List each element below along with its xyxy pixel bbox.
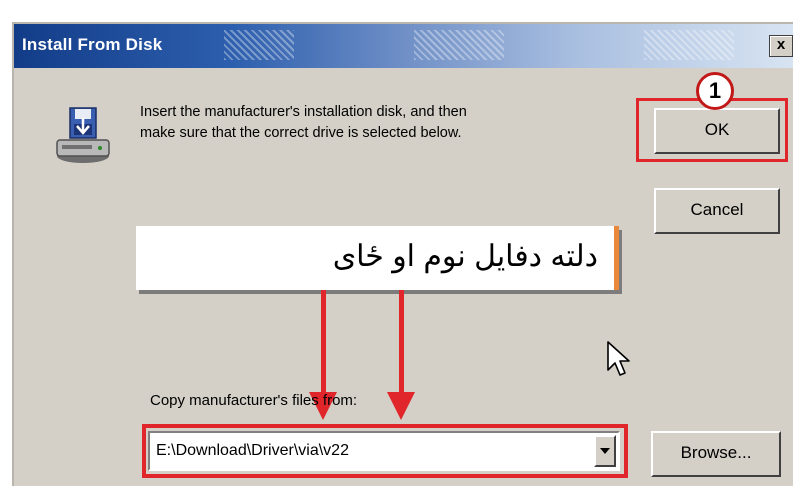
annotation-banner-text: دلته دفایل نوم او ځای: [332, 240, 598, 273]
close-button[interactable]: x: [769, 35, 793, 57]
title-bar-pattern: [224, 30, 294, 60]
browse-button[interactable]: Browse...: [651, 431, 781, 477]
instruction-line-2: make sure that the correct drive is sele…: [140, 125, 462, 141]
install-disk-icon: [56, 107, 110, 163]
annotation-banner: دلته دفایل نوم او ځای: [136, 226, 619, 290]
title-bar-pattern: [414, 30, 504, 60]
copy-from-label: Copy manufacturer's files from:: [150, 392, 358, 409]
install-from-disk-dialog: Install From Disk x Insert the manufactu…: [12, 22, 793, 486]
annotation-arrow-right-head: [387, 392, 415, 420]
mouse-pointer-icon: [607, 341, 630, 376]
cancel-button[interactable]: Cancel: [654, 188, 780, 234]
path-field-highlight: [142, 424, 628, 478]
close-icon: x: [776, 36, 786, 53]
instruction-text: Insert the manufacturer's installation d…: [140, 102, 620, 144]
step-number-badge: 1: [696, 72, 734, 110]
title-bar[interactable]: Install From Disk x: [14, 24, 793, 68]
instruction-line-1: Insert the manufacturer's installation d…: [140, 104, 467, 120]
annotation-arrow-left: [321, 290, 326, 394]
title-bar-pattern: [644, 30, 734, 60]
window-title: Install From Disk: [22, 35, 163, 54]
annotation-arrow-right: [399, 290, 404, 394]
